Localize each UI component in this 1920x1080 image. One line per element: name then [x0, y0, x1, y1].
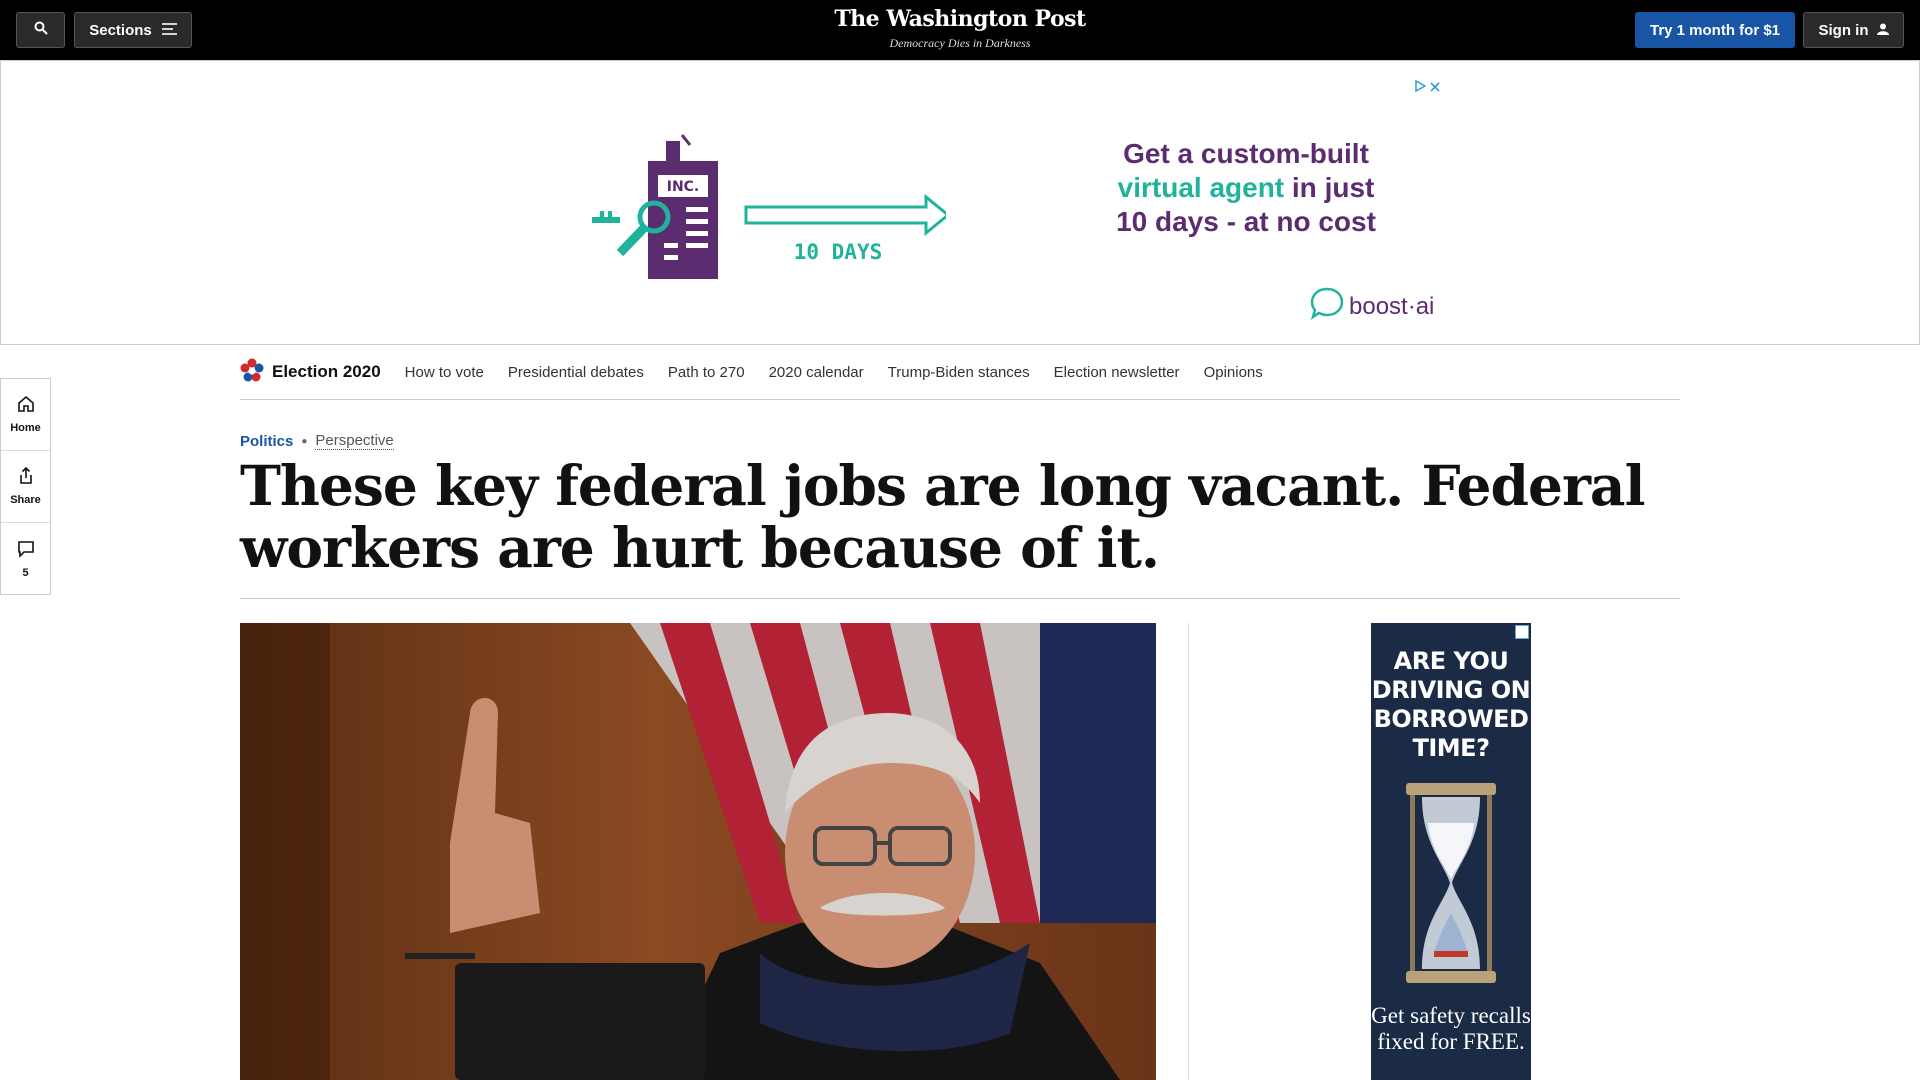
search-button[interactable]	[16, 12, 65, 48]
ad-copy-line-2-rest: in just	[1284, 172, 1375, 203]
site-logo[interactable]: The Washington Post Democracy Dies in Da…	[760, 6, 1160, 51]
election-nav: Election 2020 How to vote Presidential d…	[240, 345, 1680, 400]
comments-button[interactable]: 5	[1, 523, 50, 595]
kicker-separator: ●	[301, 435, 308, 447]
subscribe-button[interactable]: Try 1 month for $1	[1635, 12, 1795, 48]
close-icon[interactable]	[1430, 79, 1440, 97]
comment-icon	[17, 540, 35, 563]
sidebar-ad[interactable]: ARE YOU DRIVING ON BORROWED TIME? Get sa…	[1371, 623, 1531, 1080]
perspective-label[interactable]: Perspective	[315, 432, 394, 450]
sidebar-ad-body: Get safety recalls fixed for FREE.	[1371, 1003, 1531, 1054]
column-divider	[1188, 623, 1189, 1080]
signin-button[interactable]: Sign in	[1803, 12, 1904, 48]
ad-copy-line-2: virtual agent in just	[1091, 171, 1401, 205]
hourglass-icon	[1406, 783, 1496, 988]
adchoices-icon[interactable]	[1515, 625, 1529, 639]
nav-link-trump-biden-stances[interactable]: Trump-Biden stances	[888, 364, 1030, 381]
search-icon	[34, 21, 48, 40]
nav-link-election-newsletter[interactable]: Election newsletter	[1054, 364, 1180, 381]
advertiser-logo: boost·ai	[1309, 286, 1434, 327]
sections-label: Sections	[89, 21, 152, 39]
brand-name: The Washington Post	[834, 6, 1086, 32]
ad-copy-line-1: Get a custom-built	[1123, 138, 1369, 169]
headline-divider	[240, 598, 1680, 599]
nav-link-how-to-vote[interactable]: How to vote	[405, 364, 484, 381]
star-icon	[240, 358, 264, 387]
brand-tagline: Democracy Dies in Darkness	[889, 36, 1031, 50]
adchoices-icon	[1414, 79, 1427, 97]
share-button[interactable]: Share	[1, 451, 50, 523]
section-link[interactable]: Politics	[240, 433, 293, 450]
ad-copy-highlight: virtual agent	[1117, 172, 1285, 203]
ad-graphic-sign: INC.	[667, 179, 700, 195]
ad-copy: Get a custom-built virtual agent in just…	[1091, 137, 1401, 239]
election-logo[interactable]: Election 2020	[240, 358, 381, 387]
home-label: Home	[10, 422, 41, 434]
lead-photo[interactable]	[240, 623, 1156, 1080]
sidebar-ad-headline: ARE YOU DRIVING ON BORROWED TIME?	[1371, 647, 1531, 762]
ad-choices[interactable]	[1414, 79, 1440, 97]
banner-ad[interactable]: INC. 10 DAYS Get a custom-built virtual …	[0, 60, 1920, 345]
user-icon	[1876, 22, 1889, 39]
nav-link-presidential-debates[interactable]: Presidential debates	[508, 364, 644, 381]
nav-link-2020-calendar[interactable]: 2020 calendar	[769, 364, 864, 381]
left-rail: Home Share 5	[0, 378, 51, 595]
nav-link-opinions[interactable]: Opinions	[1204, 364, 1263, 381]
share-icon	[17, 466, 35, 490]
ad-copy-line-3: 10 days - at no cost	[1116, 206, 1376, 237]
home-icon	[17, 395, 35, 418]
signin-label: Sign in	[1818, 21, 1869, 39]
nav-link-path-to-270[interactable]: Path to 270	[668, 364, 745, 381]
election-title: Election 2020	[272, 362, 381, 381]
ad-graphic-days: 10 DAYS	[794, 240, 883, 264]
home-button[interactable]: Home	[1, 379, 50, 451]
article-kicker: Politics ● Perspective	[240, 432, 394, 450]
top-header: Sections The Washington Post Democracy D…	[0, 0, 1920, 60]
article-headline: These key federal jobs are long vacant. …	[240, 453, 1645, 580]
comment-count: 5	[22, 566, 29, 579]
menu-icon	[161, 22, 177, 39]
chat-bubble-icon	[1309, 286, 1345, 327]
sections-button[interactable]: Sections	[74, 12, 192, 48]
advertiser-name: boost·ai	[1349, 292, 1435, 320]
share-label: Share	[10, 494, 41, 506]
ad-graphic: INC. 10 DAYS	[586, 131, 951, 296]
